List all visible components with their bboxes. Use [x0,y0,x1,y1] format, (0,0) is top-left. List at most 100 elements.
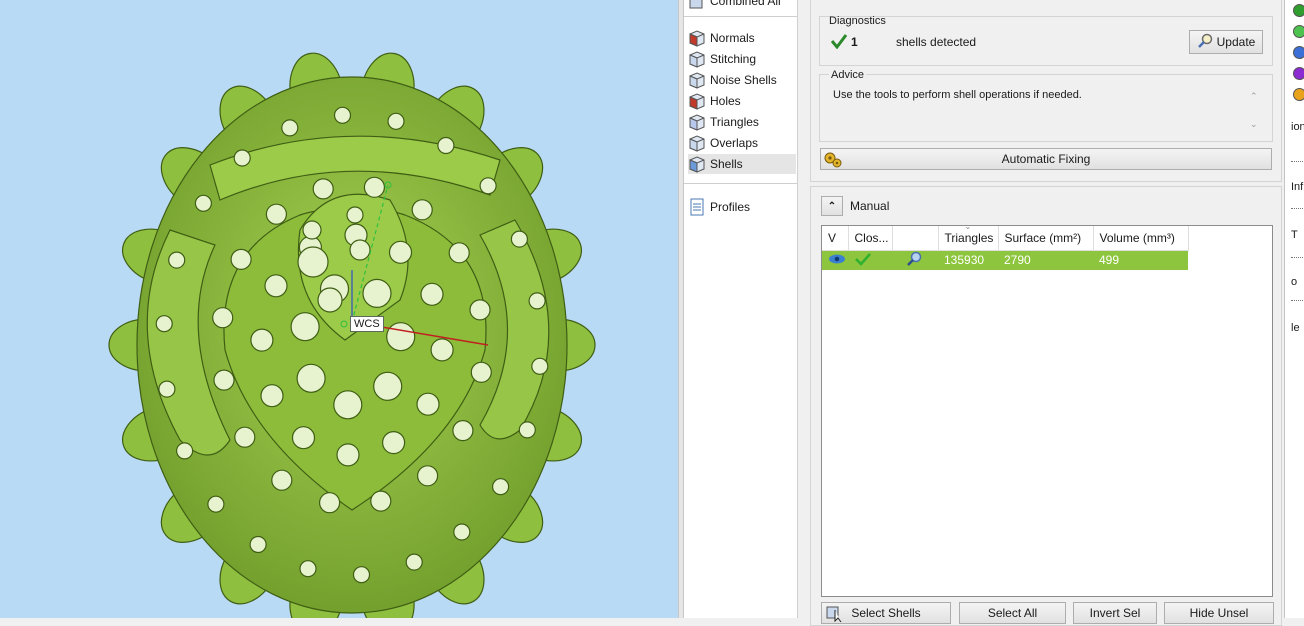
model-hole [388,240,413,264]
model-hole [373,371,403,401]
edge-text: le [1291,322,1300,334]
model-hole [207,495,225,513]
advice-text: Use the tools to perform shell operation… [833,89,1082,101]
model-hole [448,242,470,264]
color-swatch[interactable] [1293,46,1304,59]
noise-shells-cube-icon [688,71,706,89]
fix-category-list: Combined All Normals Stitching Noise Shell… [684,0,798,618]
nav-item-normals[interactable]: Normals [688,28,796,48]
model-hole [411,199,433,221]
nav-divider [684,16,798,17]
model-hole [470,361,492,383]
column-header-triangles[interactable]: Triangles ⌄ [938,222,999,251]
model-hole [363,176,385,198]
model-hole [352,566,371,584]
profiles-document-icon [688,198,706,216]
overlaps-cube-icon [688,134,706,152]
model-hole [346,206,364,224]
closed-check-icon [854,252,872,269]
column-header-visible[interactable]: V [822,226,849,251]
color-swatch[interactable] [1293,4,1304,17]
cube-cursor-icon [825,604,845,625]
nav-item-combined-all[interactable]: Combined All [688,0,796,11]
nav-divider [684,183,798,184]
model-hole [349,239,371,261]
nav-item-shells[interactable]: Shells [688,154,796,174]
model-hole [479,177,497,195]
model-hole [168,251,186,269]
model-hole [291,426,316,450]
manual-panel: ⌃ Manual V Clos... Triangles ⌄ Surface (… [810,186,1282,626]
surface-cell: 2790 [998,250,1093,270]
model-hole [234,426,256,448]
hide-unsel-button[interactable]: Hide Unsel [1164,602,1274,624]
normals-cube-icon [688,29,706,47]
model-hole [370,490,392,512]
nav-item-label: Stitching [710,52,757,66]
select-all-button[interactable]: Select All [959,602,1066,624]
update-button[interactable]: Update [1189,30,1263,54]
select-shells-button[interactable]: Select Shells [821,602,951,624]
model-hole [233,149,251,167]
model-hole [492,478,510,496]
model-hole [250,328,274,352]
collapse-manual-button[interactable]: ⌃ [821,196,843,216]
stitching-cube-icon [688,50,706,68]
edge-text: Inf [1291,181,1304,193]
model-hole [317,287,343,313]
scroll-down-icon[interactable]: ⌄ [1250,119,1258,130]
color-swatch[interactable] [1293,88,1304,101]
triangles-cube-icon [688,113,706,131]
automatic-fixing-label: Automatic Fixing [1001,152,1091,166]
panel-gap [798,0,810,618]
eye-icon[interactable] [828,254,846,268]
model-hole [382,431,406,455]
3d-viewport[interactable]: WCS [0,0,678,618]
column-header-surface[interactable]: Surface (mm²) [998,226,1094,251]
visible-cell[interactable] [822,250,848,270]
nav-item-holes[interactable]: Holes [688,91,796,111]
table-row[interactable]: 135930 2790 499 [822,250,1188,270]
model-hole [531,357,549,375]
scroll-up-icon[interactable]: ⌃ [1250,91,1258,102]
column-header-closed[interactable]: Clos... [848,226,893,251]
nav-item-profiles[interactable]: Profiles [688,197,796,217]
model-hole [194,194,212,212]
model-hole [212,307,234,329]
model-hole [416,392,440,416]
model-hole [230,248,252,270]
model-hole [296,363,326,393]
nav-item-overlaps[interactable]: Overlaps [688,133,796,153]
nav-item-label: Holes [710,94,741,108]
edge-text: o [1291,276,1298,288]
shells-detected-text: shells detected [896,35,977,49]
column-header-tool[interactable] [892,226,939,251]
model-hole [265,203,287,225]
model-hole [420,282,444,306]
color-swatch[interactable] [1293,25,1304,38]
triangles-cell: 135930 [938,250,998,270]
checkmark-icon [830,33,848,52]
edge-divider [1291,208,1304,209]
model-hole [510,230,529,248]
advice-title: Advice [829,69,867,81]
nav-item-stitching[interactable]: Stitching [688,49,796,69]
model-hole [452,420,474,442]
invert-sel-button[interactable]: Invert Sel [1073,602,1157,624]
color-swatch[interactable] [1293,67,1304,80]
nav-item-label: Noise Shells [710,73,777,87]
advice-group: Advice Use the tools to perform shell op… [819,69,1273,142]
model-hole [518,421,536,439]
automatic-fixing-button[interactable]: Automatic Fixing [820,148,1272,170]
shell-count: 1 [851,35,858,49]
shells-cube-icon [688,155,706,173]
tool-cell[interactable] [892,250,938,270]
model-hole [213,369,235,391]
nav-item-noise-shells[interactable]: Noise Shells [688,70,796,90]
table-header-row: V Clos... Triangles ⌄ Surface (mm²) Volu… [822,222,1189,251]
column-header-volume[interactable]: Volume (mm³) [1093,226,1189,251]
nav-item-triangles[interactable]: Triangles [688,112,796,132]
magnifier-icon [1197,33,1213,52]
magnifier-icon[interactable] [906,251,922,270]
model-hole [158,380,176,398]
